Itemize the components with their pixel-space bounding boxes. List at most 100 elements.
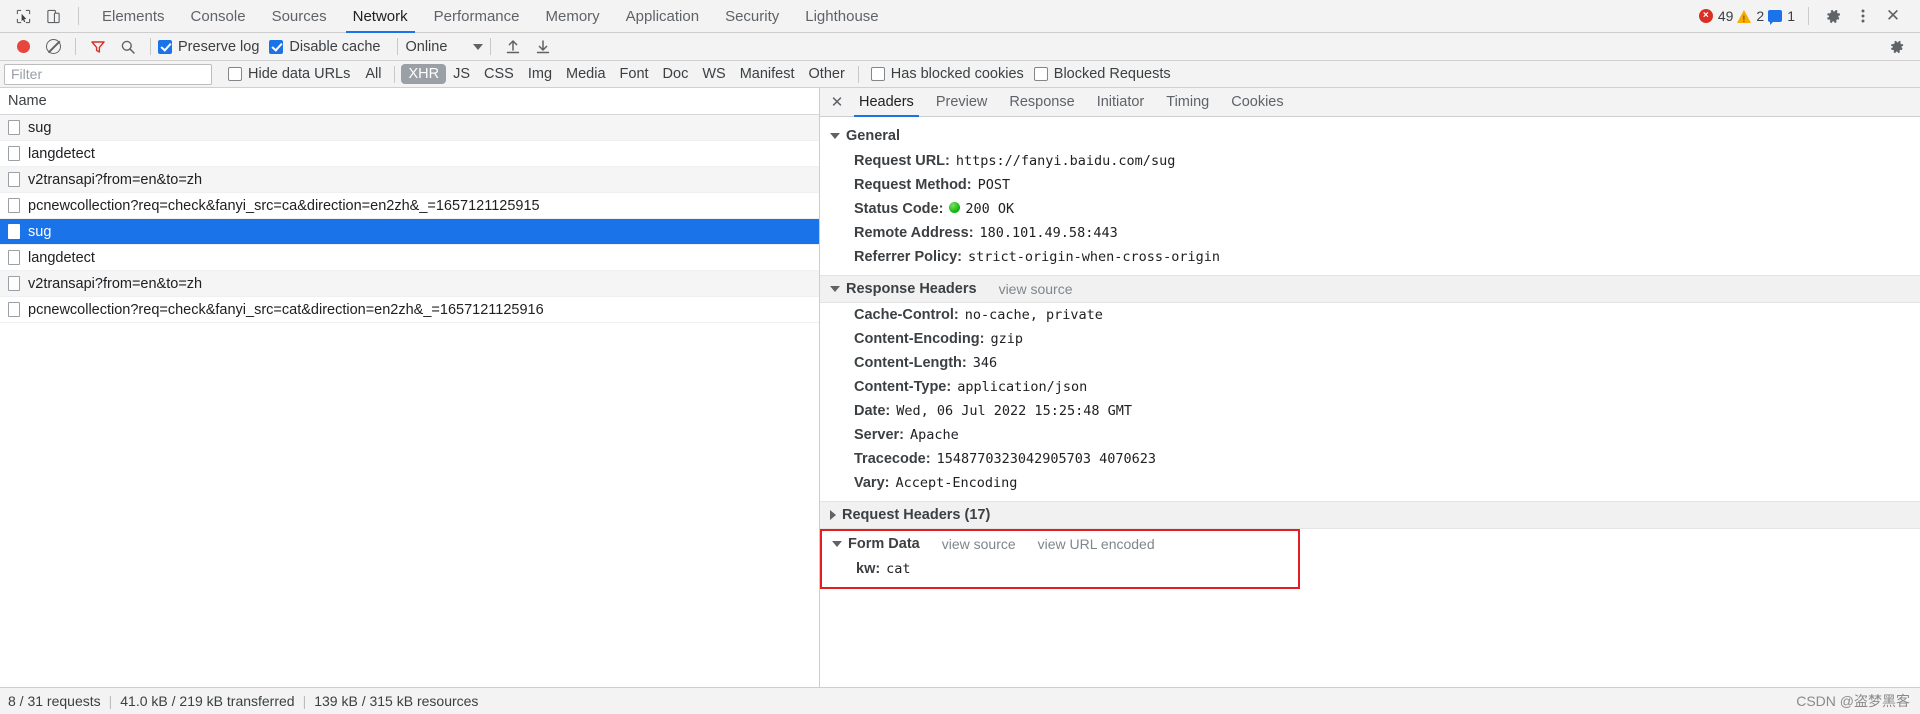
row-value: POST [977,177,1011,193]
general-row-request-method: Request Method: POST [820,173,1920,197]
device-toolbar-icon[interactable] [38,2,68,30]
response-header-row: Tracecode: 1548770323042905703 4070623 [820,447,1920,471]
warning-counter[interactable]: ! 2 [1737,8,1764,24]
preserve-log-checkbox[interactable]: Preserve log [158,39,259,55]
row-value: Apache [909,427,959,443]
table-row[interactable]: pcnewcollection?req=check&fanyi_src=ca&d… [0,193,819,219]
view-source-link[interactable]: view source [942,536,1016,552]
response-header-row: Content-Length: 346 [820,351,1920,375]
row-value: 180.101.49.58:443 [979,225,1118,241]
filter-type-css[interactable]: CSS [477,64,521,84]
row-key: Server: [854,427,904,443]
tab-label: Security [725,7,780,25]
divider [1808,7,1809,25]
tab-sources[interactable]: Sources [259,0,340,33]
checkbox-box [870,67,885,81]
filter-type-other[interactable]: Other [802,64,852,84]
filter-input[interactable] [4,63,212,85]
export-har-icon[interactable] [528,33,558,61]
record-button-icon[interactable] [8,33,38,61]
import-har-icon[interactable] [498,33,528,61]
headers-content: General Request URL: https://fanyi.baidu… [820,117,1920,687]
section-request-headers-header[interactable]: Request Headers (17) [820,501,1920,529]
table-row[interactable]: langdetect [0,141,819,167]
request-count: 8 / 31 requests [8,693,101,709]
view-source-link[interactable]: view source [999,281,1073,297]
filter-type-ws[interactable]: WS [695,64,732,84]
row-key: Remote Address: [854,225,974,241]
response-header-row: Content-Encoding: gzip [820,327,1920,351]
tab-preview[interactable]: Preview [925,88,999,117]
kebab-menu-icon[interactable] [1848,2,1878,30]
request-list[interactable]: sug langdetect v2transapi?from=en&to=zh … [0,115,819,687]
filter-type-js[interactable]: JS [446,64,477,84]
tab-initiator[interactable]: Initiator [1086,88,1156,117]
hide-data-urls-checkbox[interactable]: Hide data URLs [228,66,350,82]
blocked-requests-checkbox[interactable]: Blocked Requests [1033,66,1171,82]
error-counter[interactable]: × 49 [1698,8,1733,24]
filter-type-manifest[interactable]: Manifest [733,64,802,84]
document-icon [8,172,20,187]
response-header-row: Server: Apache [820,423,1920,447]
document-icon [8,276,20,291]
close-detail-icon[interactable]: ✕ [826,91,848,113]
row-value: 200 OK [965,201,1015,217]
table-row[interactable]: v2transapi?from=en&to=zh [0,167,819,193]
filter-type-all[interactable]: All [358,64,388,84]
checkbox-box [1033,67,1048,81]
network-settings-gear-icon[interactable] [1882,33,1912,61]
preserve-log-label: Preserve log [178,38,260,55]
filter-type-media[interactable]: Media [559,64,613,84]
checkbox-box [228,67,242,81]
tab-performance[interactable]: Performance [421,0,533,33]
tab-elements[interactable]: Elements [89,0,178,33]
info-counter[interactable]: 1 [1768,8,1795,25]
tab-application[interactable]: Application [613,0,712,33]
table-row[interactable]: langdetect [0,245,819,271]
tab-security[interactable]: Security [712,0,792,33]
filter-type-font[interactable]: Font [613,64,656,84]
row-value: strict-origin-when-cross-origin [968,249,1220,265]
status-ok-icon [949,202,961,213]
row-value: no-cache, private [964,307,1103,323]
tab-cookies[interactable]: Cookies [1220,88,1294,117]
disable-cache-checkbox[interactable]: Disable cache [269,39,380,55]
close-icon[interactable]: ✕ [1878,2,1908,30]
table-row[interactable]: pcnewcollection?req=check&fanyi_src=cat&… [0,297,819,323]
request-name: pcnewcollection?req=check&fanyi_src=cat&… [28,301,544,318]
table-row-selected[interactable]: sug [0,219,819,245]
gear-icon[interactable] [1818,2,1848,30]
info-count: 1 [1787,8,1795,24]
filter-funnel-icon[interactable] [83,33,113,61]
tab-network[interactable]: Network [340,0,421,33]
tab-response[interactable]: Response [998,88,1085,117]
filter-type-img[interactable]: Img [521,64,559,84]
general-row-request-url: Request URL: https://fanyi.baidu.com/sug [820,149,1920,173]
tab-memory[interactable]: Memory [533,0,613,33]
section-form-data-header[interactable]: Form Data view source view URL encoded [822,531,1298,557]
tab-label: Memory [545,7,600,25]
error-icon: × [1698,9,1713,23]
filter-type-doc[interactable]: Doc [656,64,696,84]
tab-timing[interactable]: Timing [1155,88,1220,117]
tab-console[interactable]: Console [178,0,259,33]
tab-lighthouse[interactable]: Lighthouse [792,0,891,33]
search-icon[interactable] [113,33,143,61]
throttling-select[interactable]: Online [405,39,484,55]
filter-type-xhr[interactable]: XHR [401,64,447,84]
document-icon [8,224,20,239]
chevron-right-icon [830,510,836,520]
table-row[interactable]: sug [0,115,819,141]
tab-headers[interactable]: Headers [848,88,925,117]
chevron-down-icon [830,133,840,139]
section-response-headers-header[interactable]: Response Headers view source [820,275,1920,303]
tab-label: Sources [271,7,327,25]
toolbar-right-controls [1882,33,1912,61]
inspect-cursor-icon[interactable] [8,2,38,30]
table-row[interactable]: v2transapi?from=en&to=zh [0,271,819,297]
view-url-encoded-link[interactable]: view URL encoded [1038,536,1155,552]
request-name: sug [28,223,52,240]
clear-icon[interactable] [38,33,68,61]
section-general-header[interactable]: General [820,123,1920,149]
has-blocked-cookies-checkbox[interactable]: Has blocked cookies [870,66,1024,82]
